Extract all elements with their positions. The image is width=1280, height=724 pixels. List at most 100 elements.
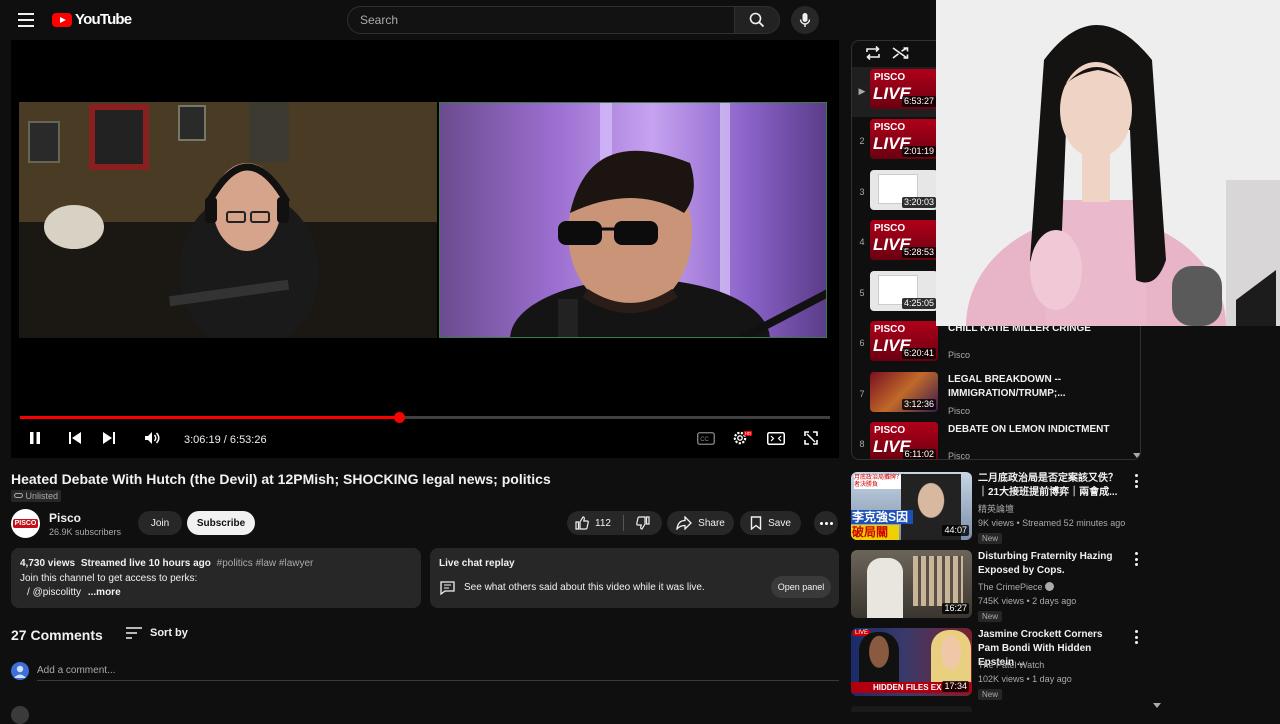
recommended-title[interactable]: Disturbing Fraternity Hazing Exposed by …	[978, 550, 1126, 578]
time-display: 3:06:19 / 6:53:26	[184, 434, 267, 446]
scrubber-handle[interactable]	[394, 412, 406, 423]
like-count: 112	[595, 517, 611, 529]
streamed-time: Streamed live 10 hours ago	[80, 558, 211, 569]
recommended-channel[interactable]: The CrimePiece	[978, 581, 1055, 594]
duration-time: 6:53:26	[229, 434, 267, 446]
channel-avatar[interactable]: PISCO	[11, 509, 40, 538]
playlist-item[interactable]: 8 PISCO LIVE 6:11:02 DEBATE ON LEMON INDICTM…	[852, 420, 1140, 460]
recommended-video-3[interactable]: LIVE HIDDEN FILES EX 17:34 Jasmine Crock…	[851, 628, 1151, 702]
volume-icon	[145, 432, 160, 444]
new-badge: New	[978, 689, 1003, 700]
next-button[interactable]	[101, 430, 117, 446]
playlist-item[interactable]: 7 3:12:36 LEGAL BREAKDOWN -- IMMIGRATION/T…	[852, 370, 1140, 420]
previous-button[interactable]	[67, 430, 83, 446]
subscribe-button[interactable]: Subscribe	[187, 511, 255, 535]
thumbnail-person-right	[931, 630, 971, 686]
voice-search-button[interactable]	[791, 6, 819, 34]
theater-mode-button[interactable]	[767, 430, 785, 446]
playlist-item[interactable]: 6 PISCO LIVE 6:20:41 CHILL KATIE MILLER CRIN…	[852, 319, 1140, 369]
share-button[interactable]: Share	[667, 511, 734, 535]
like-button[interactable]: 112	[575, 516, 611, 530]
playlist-channel: Pisco	[948, 406, 971, 416]
sort-icon	[126, 627, 142, 639]
volume-button[interactable]	[143, 430, 163, 446]
more-actions-button[interactable]	[814, 511, 838, 535]
video-duration: 44:07	[942, 525, 969, 536]
live-chat-title: Live chat replay	[439, 558, 515, 569]
thumbnail-headline-top: 李克強S因	[851, 510, 913, 524]
recommended-video-1[interactable]: 月底政治局攤牌？打局者決勝負 李克強S因 破局關鍵 44:07 二月底政治局是否…	[851, 472, 1151, 546]
more-horizontal-icon	[819, 521, 833, 525]
playlist-thumbnail[interactable]: 4:25:05	[870, 271, 938, 311]
unlisted-badge: Unlisted	[11, 490, 62, 502]
more-actions-icon[interactable]	[1131, 552, 1141, 566]
channel-handle[interactable]: @piscolitty	[33, 587, 82, 598]
recommended-video-4-peek[interactable]	[851, 706, 972, 712]
description-box[interactable]: 4,730 views Streamed live 10 hours ago #…	[11, 548, 421, 608]
playlist-title[interactable]: DEBATE ON LEMON INDICTMENT	[948, 423, 1128, 437]
add-comment-input[interactable]: Add a comment...	[37, 665, 115, 676]
gear-icon: HD	[733, 431, 752, 445]
playlist-thumbnail[interactable]: PISCO LIVE 5:28:53	[870, 220, 938, 260]
more-actions-icon[interactable]	[1131, 630, 1141, 644]
pause-button[interactable]	[27, 430, 43, 446]
recommended-video-2[interactable]: 16:27 Disturbing Fraternity Hazing Expos…	[851, 550, 1151, 624]
next-icon	[103, 432, 115, 444]
playlist-thumbnail[interactable]: PISCO LIVE 6:53:27	[870, 69, 938, 109]
playlist-index: 5	[859, 288, 865, 298]
open-panel-button[interactable]: Open panel	[771, 576, 831, 598]
video-player[interactable]: 3:06:19 / 6:53:26 CC HD	[11, 40, 839, 458]
playlist-index: 4	[859, 237, 865, 247]
settings-button[interactable]: HD	[731, 430, 753, 446]
recommended-meta: 102K views • 1 day ago	[978, 674, 1072, 684]
time-separator: /	[223, 434, 227, 446]
recommended-channel[interactable]: The Patel Watch	[978, 659, 1044, 672]
live-chat-replay-box: Live chat replay See what others said ab…	[430, 548, 839, 608]
playlist-thumbnail[interactable]: 3:12:36	[870, 372, 938, 412]
link-icon	[14, 493, 23, 498]
fullscreen-button[interactable]	[803, 430, 819, 446]
sort-by-button[interactable]: Sort by	[126, 627, 188, 639]
recommended-thumbnail[interactable]: LIVE HIDDEN FILES EX 17:34	[851, 628, 972, 696]
more-actions-icon[interactable]	[1131, 474, 1141, 488]
playlist-channel: Pisco	[948, 350, 971, 360]
channel-name[interactable]: Pisco	[49, 511, 81, 525]
playlist-title[interactable]: LEGAL BREAKDOWN -- IMMIGRATION/TRUMP;...	[948, 373, 1128, 401]
recommended-thumbnail[interactable]: 16:27	[851, 550, 972, 618]
join-button[interactable]: Join	[138, 511, 182, 535]
hashtags[interactable]: #politics #law #lawyer	[217, 558, 314, 569]
svg-text:HD: HD	[745, 431, 751, 436]
progress-bar[interactable]	[20, 412, 830, 423]
dislike-button[interactable]	[636, 516, 650, 530]
shuffle-button[interactable]	[892, 45, 910, 66]
closed-captions-icon: CC	[697, 431, 715, 445]
svg-text:CC: CC	[700, 437, 709, 443]
playlist-scroll-down-icon[interactable]	[1133, 453, 1140, 458]
recommended-meta: 745K views • 2 days ago	[978, 596, 1077, 606]
comments-count: 27 Comments	[11, 627, 103, 643]
like-dislike-group: 112	[567, 511, 662, 535]
page-scroll-down-icon[interactable]	[1153, 703, 1161, 708]
playlist-channel: Pisco	[948, 451, 971, 460]
loop-button[interactable]	[864, 45, 882, 66]
menu-icon[interactable]	[18, 13, 34, 27]
playlist-thumbnail[interactable]: PISCO LIVE 6:11:02	[870, 422, 938, 459]
playlist-thumbnail[interactable]: PISCO LIVE 6:20:41	[870, 321, 938, 361]
subtitles-button[interactable]: CC	[697, 430, 715, 446]
recommended-thumbnail[interactable]: 月底政治局攤牌？打局者決勝負 李克強S因 破局關鍵 44:07	[851, 472, 972, 540]
streamer-scene	[936, 0, 1280, 326]
search-button[interactable]	[734, 6, 780, 34]
description-line-2: / @piscolitty ...more	[27, 587, 121, 598]
recommended-meta: 9K views • Streamed 52 minutes ago	[978, 518, 1126, 528]
search-input[interactable]: Search	[347, 6, 735, 34]
show-more-link[interactable]: ...more	[88, 587, 121, 598]
playlist-thumbnail[interactable]: 3:20:03	[870, 170, 938, 210]
playlist-duration: 5:28:53	[901, 247, 936, 258]
recommended-channel[interactable]: 精英論壇	[978, 503, 1014, 516]
sort-label: Sort by	[150, 627, 188, 639]
playlist-index: 7	[859, 389, 865, 399]
recommended-title[interactable]: 二月底政治局是否定案該又佚？｜21大接班提前博弈｜兩會成...	[978, 472, 1126, 500]
playlist-thumbnail[interactable]: PISCO LIVE 2:01:19	[870, 119, 938, 159]
save-button[interactable]: Save	[740, 511, 801, 535]
youtube-logo[interactable]: YouTube	[52, 11, 132, 28]
